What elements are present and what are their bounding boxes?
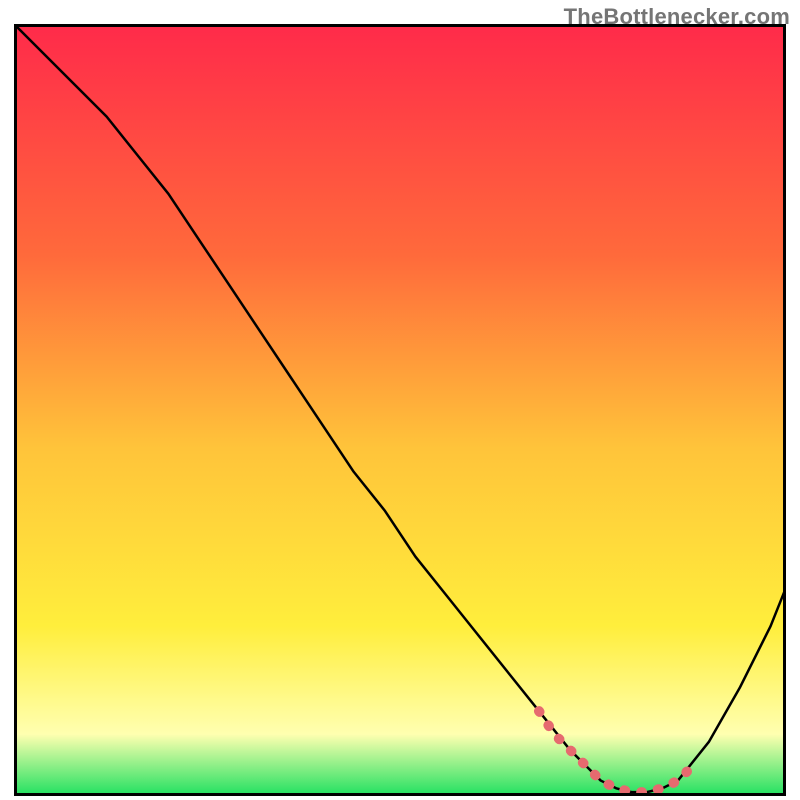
chart-canvas: TheBottlenecker.com: [0, 0, 800, 800]
attribution-text: TheBottlenecker.com: [564, 4, 790, 30]
plot-frame: [14, 24, 786, 796]
gradient-background: [14, 24, 786, 796]
chart-svg: [14, 24, 786, 796]
